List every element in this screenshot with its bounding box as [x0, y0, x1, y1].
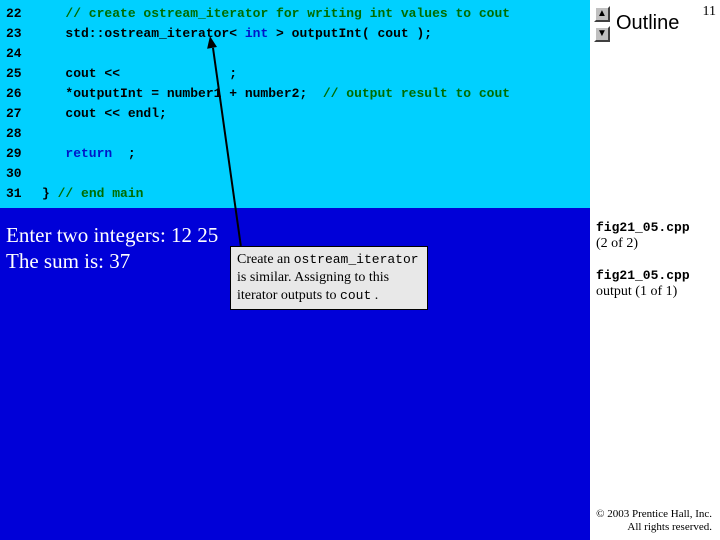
line-number: 28 [0, 124, 42, 144]
copyright-line: © 2003 Prentice Hall, Inc. [596, 508, 712, 521]
code-text: > outputInt( cout ); [268, 24, 432, 44]
code-line: 23 std::ostream_iterator< int > outputIn… [0, 24, 590, 44]
code-text: cout << ; [42, 64, 237, 84]
line-number: 30 [0, 164, 42, 184]
code-line: 24 [0, 44, 590, 64]
figure-label-source: fig21_05.cpp (2 of 2) [596, 220, 690, 252]
code-area: 22 // create ostream_iterator for writin… [0, 0, 590, 208]
down-triangle-icon: ▼ [597, 28, 607, 39]
copyright-notice: © 2003 Prentice Hall, Inc. All rights re… [596, 508, 712, 534]
code-text: *outputInt = number1 + number2; [42, 84, 323, 104]
scroll-up-button[interactable]: ▲ [594, 6, 610, 22]
figure-filename: fig21_05.cpp [596, 220, 690, 235]
code-line: 27 cout << endl; [0, 104, 590, 124]
output-line: Enter two integers: 12 25 [6, 222, 590, 248]
code-text: cout << endl; [42, 104, 167, 124]
code-text: ; [112, 144, 135, 164]
scroll-down-button[interactable]: ▼ [594, 26, 610, 42]
line-number: 25 [0, 64, 42, 84]
code-line: 25 cout << ; [0, 64, 590, 84]
line-number: 27 [0, 104, 42, 124]
page-number: 11 [703, 4, 716, 20]
line-number: 23 [0, 24, 42, 44]
figure-part: output (1 of 1) [596, 284, 677, 299]
code-line: 26 *outputInt = number1 + number2; // ou… [0, 84, 590, 104]
line-number: 22 [0, 4, 42, 24]
comment-text: // end main [58, 184, 144, 204]
code-text [42, 4, 65, 24]
figure-label-output: fig21_05.cpp output (1 of 1) [596, 268, 690, 300]
code-text [42, 144, 65, 164]
callout-code: ostream_iterator [294, 252, 419, 267]
callout-text: Create an [237, 252, 294, 267]
figure-part: (2 of 2) [596, 236, 638, 251]
code-line: 28 [0, 124, 590, 144]
line-number: 24 [0, 44, 42, 64]
callout-code: cout [340, 288, 371, 303]
keyword-text: int [245, 24, 268, 44]
code-line: 29 return ; [0, 144, 590, 164]
comment-text: // create ostream_iterator for writing i… [65, 4, 510, 24]
code-text: } [42, 184, 58, 204]
line-number: 29 [0, 144, 42, 164]
code-line: 30 [0, 164, 590, 184]
code-line: 22 // create ostream_iterator for writin… [0, 4, 590, 24]
up-triangle-icon: ▲ [597, 8, 607, 19]
line-number: 26 [0, 84, 42, 104]
line-number: 31 [0, 184, 42, 204]
arrow-head-icon [205, 35, 217, 49]
callout-text: . [375, 288, 379, 303]
copyright-line: All rights reserved. [596, 521, 712, 534]
outline-title: Outline [616, 12, 679, 35]
keyword-text: return [65, 144, 112, 164]
annotation-callout: Create an ostream_iterator is similar. A… [230, 246, 428, 310]
code-line: 31} // end main [0, 184, 590, 204]
comment-text: // output result to cout [323, 84, 510, 104]
figure-filename: fig21_05.cpp [596, 268, 690, 283]
